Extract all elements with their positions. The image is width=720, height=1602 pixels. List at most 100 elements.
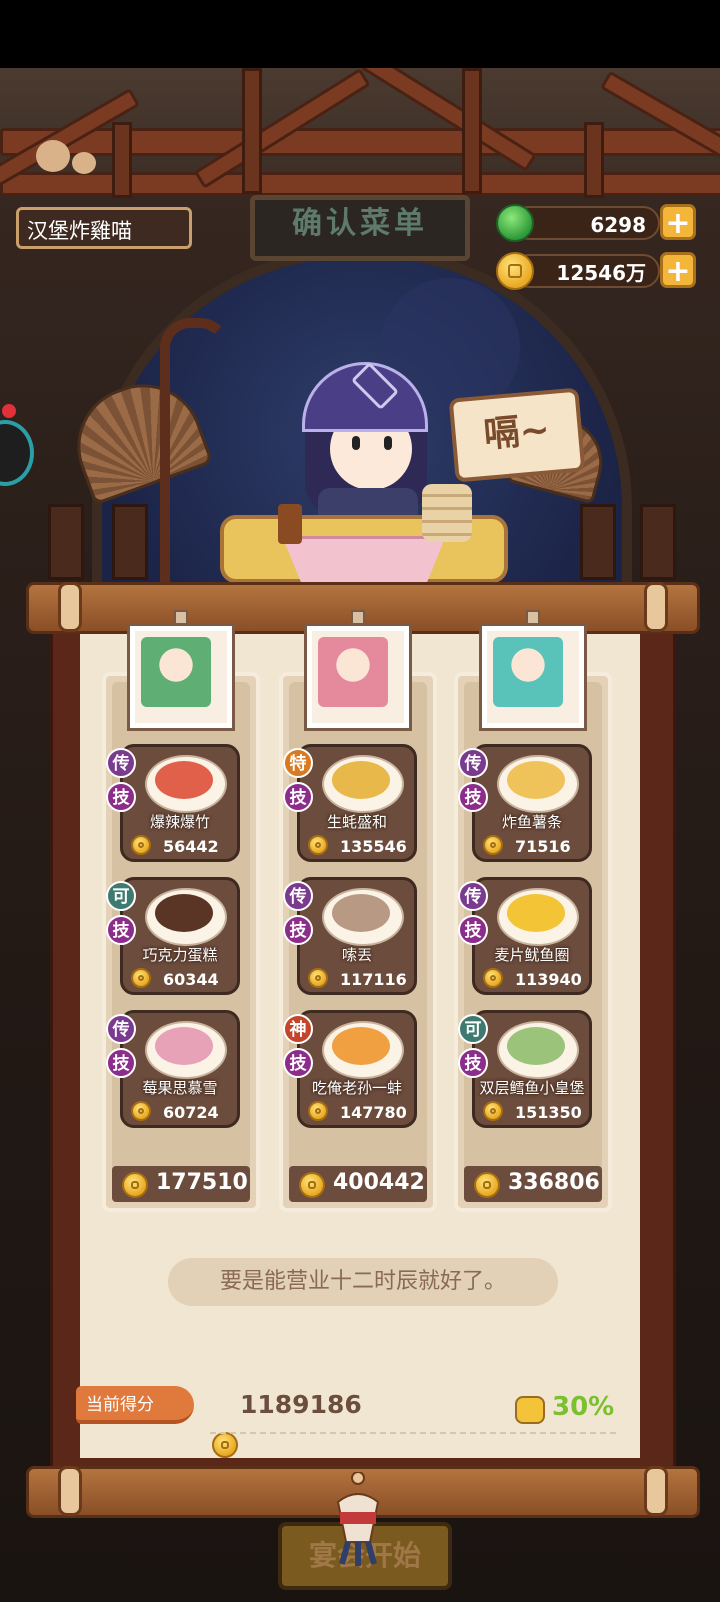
scroll-knob: [58, 1466, 82, 1516]
dish-food-image: [507, 761, 565, 799]
roof-post: [112, 122, 132, 198]
player-name-label[interactable]: 汉堡炸雞喵: [16, 207, 192, 249]
coin-currency-display: 12546万: [512, 254, 660, 288]
chef-quote: 要是能营业十二时辰就好了。: [168, 1258, 558, 1306]
dish-food-image: [155, 1027, 213, 1065]
dish-rank-badge: 传: [458, 881, 488, 911]
dish-name: 炸鱼薯条: [501, 813, 562, 831]
dish-name: 吃俺老孙一蚌: [311, 1079, 402, 1097]
dish-price: 71516: [515, 837, 571, 856]
coin-icon: [308, 1101, 328, 1121]
dish-name: 双层鳕鱼小皇堡: [479, 1079, 585, 1097]
dish-rank-badge: 特: [283, 748, 313, 778]
add-jade-button[interactable]: +: [660, 204, 696, 241]
dish-food-image: [155, 894, 213, 932]
dish-card[interactable]: 爆辣爆竹 56442: [120, 744, 240, 862]
dish-skill-badge: 技: [106, 915, 136, 945]
coin-icon: [131, 1101, 151, 1121]
coin-icon: [131, 835, 151, 855]
bonus-chick-icon: [515, 1396, 545, 1424]
dish-price: 135546: [340, 837, 407, 856]
chick-decoration: [72, 152, 96, 174]
chef-avatar: [141, 637, 211, 707]
scroll-knob: [644, 1466, 668, 1516]
coin-icon: [212, 1432, 238, 1458]
character-eye: [384, 436, 392, 450]
tassel-ornament: [336, 1472, 380, 1566]
dish-card[interactable]: 麦片鱿鱼圈 113940: [472, 877, 592, 995]
dish-name: 莓果思慕雪: [142, 1079, 218, 1097]
dish-food-image: [332, 894, 390, 932]
character-eye: [352, 436, 360, 450]
dish-skill-badge: 技: [458, 1048, 488, 1078]
coin-icon: [496, 252, 534, 290]
dish-card[interactable]: 莓果思慕雪 60724: [120, 1010, 240, 1128]
chef-portrait-1[interactable]: [130, 626, 232, 728]
notification-dot: [2, 404, 16, 418]
dish-card[interactable]: 吃俺老孙一蚌 147780: [297, 1010, 417, 1128]
coin-icon: [131, 968, 151, 988]
roof-post: [242, 68, 262, 194]
dish-card[interactable]: 双层鳕鱼小皇堡 151350: [472, 1010, 592, 1128]
page-title: 确认菜单: [250, 195, 470, 261]
dish-food-image: [332, 761, 390, 799]
chopsticks-holder: [278, 504, 302, 544]
column-total-bar: 177510: [112, 1166, 250, 1202]
dish-food-image: [507, 894, 565, 932]
dish-rank-badge: 传: [106, 748, 136, 778]
dish-card[interactable]: 生蚝盛和 135546: [297, 744, 417, 862]
column-total-value: 400442: [333, 1170, 425, 1195]
dish-skill-badge: 技: [458, 782, 488, 812]
roof-post: [462, 68, 482, 194]
dish-rank-badge: 传: [283, 881, 313, 911]
dish-rank-badge: 神: [283, 1014, 313, 1044]
dish-card[interactable]: 巧克力蛋糕 60344: [120, 877, 240, 995]
coin-icon: [483, 835, 503, 855]
dish-rank-badge: 传: [458, 748, 488, 778]
current-score-value: 1189186: [240, 1390, 362, 1419]
dish-card[interactable]: 嗦丟 117116: [297, 877, 417, 995]
coin-icon: [122, 1172, 148, 1198]
dish-skill-badge: 技: [458, 915, 488, 945]
add-coin-button[interactable]: +: [660, 252, 696, 289]
railing-post: [640, 504, 676, 580]
jade-currency-display: 6298: [512, 206, 660, 240]
current-score-label: 当前得分: [76, 1386, 194, 1424]
chef-portrait-3[interactable]: [482, 626, 584, 728]
speech-bubble: 嗝~: [448, 387, 586, 483]
stacked-bowls: [422, 484, 472, 542]
dish-price: 56442: [163, 837, 219, 856]
dish-name: 爆辣爆竹: [149, 813, 210, 831]
railing-post: [580, 504, 616, 580]
column-total-bar: 400442: [289, 1166, 427, 1202]
dish-skill-badge: 技: [106, 782, 136, 812]
dish-food-image: [332, 1027, 390, 1065]
dish-food-image: [155, 761, 213, 799]
coin-icon: [483, 968, 503, 988]
chick-decoration: [36, 140, 70, 172]
roof-beam: [0, 128, 720, 156]
jade-amount: 6298: [590, 213, 646, 237]
chef-avatar: [318, 637, 388, 707]
dish-price: 60724: [163, 1103, 219, 1122]
scroll-knob: [644, 582, 668, 632]
dish-price: 151350: [515, 1103, 582, 1122]
coin-icon: [483, 1101, 503, 1121]
dish-card[interactable]: 炸鱼薯条 71516: [472, 744, 592, 862]
column-total-value: 336806: [508, 1170, 600, 1195]
dish-rank-badge: 传: [106, 1014, 136, 1044]
coin-icon: [474, 1172, 500, 1198]
dish-name: 麦片鱿鱼圈: [494, 946, 570, 964]
bonus-percent: 30%: [552, 1392, 615, 1422]
chef-portrait-2[interactable]: [307, 626, 409, 728]
dish-skill-badge: 技: [106, 1048, 136, 1078]
railing-post: [112, 504, 148, 580]
dish-skill-badge: 技: [283, 1048, 313, 1078]
dish-name: 生蚝盛和: [326, 813, 387, 831]
dish-food-image: [507, 1027, 565, 1065]
dish-price: 60344: [163, 970, 219, 989]
coin-icon: [308, 835, 328, 855]
divider: [210, 1432, 616, 1434]
column-total-value: 177510: [156, 1170, 248, 1195]
scroll-knob: [58, 582, 82, 632]
